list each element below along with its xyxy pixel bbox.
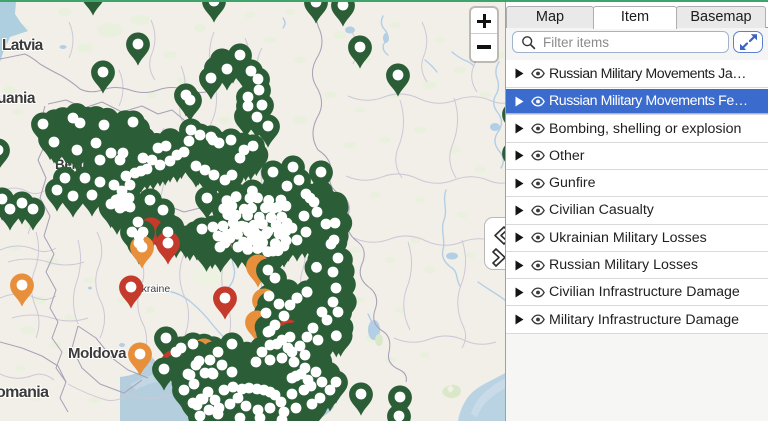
svg-text:Latvia: Latvia [2, 37, 44, 54]
svg-text:omania: omania [0, 384, 49, 401]
svg-text:Moldova: Moldova [68, 345, 127, 362]
svg-text:uania: uania [0, 90, 36, 107]
